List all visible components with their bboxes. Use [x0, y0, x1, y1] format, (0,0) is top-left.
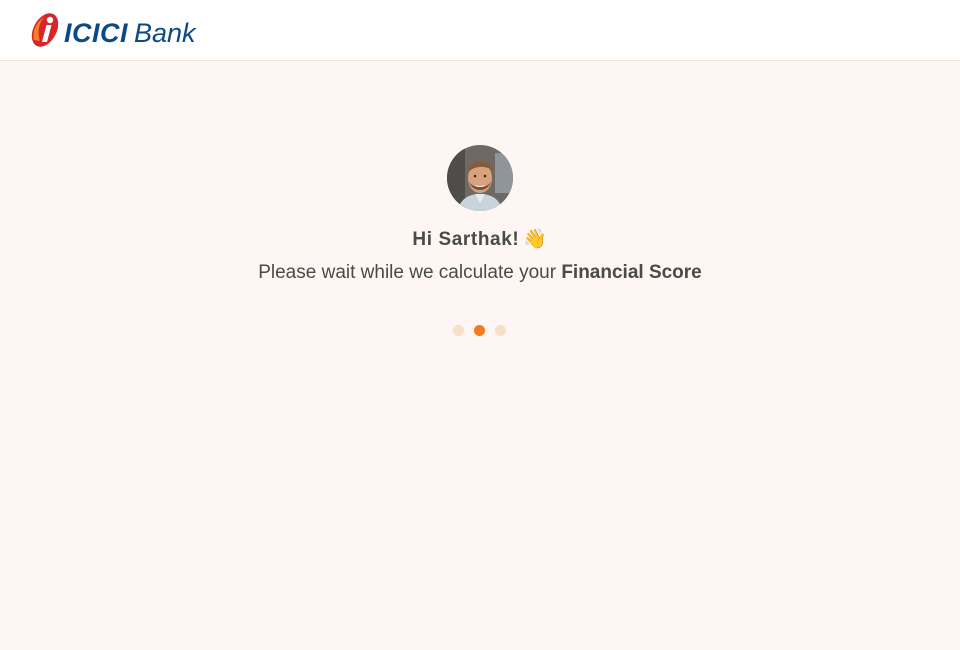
loading-message-text: Please wait while we calculate your	[258, 262, 562, 283]
loading-panel: Hi Sarthak! 👋 Please wait while we calcul…	[0, 61, 960, 650]
greeting-text: Hi Sarthak!	[412, 229, 520, 250]
loading-dot-active	[474, 325, 485, 336]
loading-dot	[495, 325, 506, 336]
logo-text-bank: Bank	[134, 17, 196, 48]
logo-wordmark: ICICI Bank	[64, 18, 196, 49]
user-avatar-photo-icon	[447, 145, 513, 211]
user-avatar	[447, 145, 513, 211]
greeting-heading: Hi Sarthak! 👋	[0, 227, 960, 251]
icici-bank-logo[interactable]: ICICI Bank	[26, 8, 196, 52]
financial-score-label: Financial Score	[561, 262, 702, 283]
loading-message: Please wait while we calculate your Fina…	[0, 262, 960, 284]
logo-text-icici: ICICI	[64, 17, 129, 48]
top-header: ICICI Bank	[0, 0, 960, 61]
loading-indicator	[453, 325, 506, 336]
waving-hand-icon: 👋	[523, 229, 548, 250]
icici-logo-mark-icon	[31, 13, 59, 47]
loading-dot	[453, 325, 464, 336]
